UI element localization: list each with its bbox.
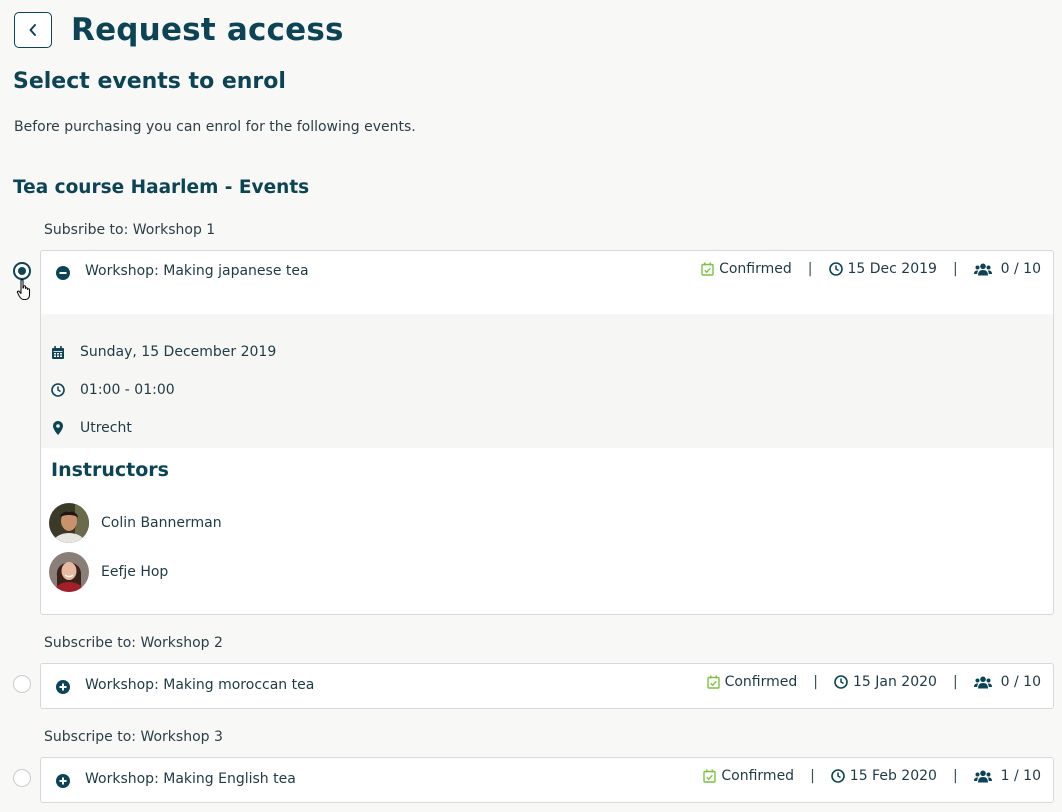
event-date: 15 Jan 2020 bbox=[853, 674, 937, 690]
event-meta: Confirmed | 15 Jan 2020 | 0 / 10 bbox=[706, 674, 1041, 690]
calendar-icon bbox=[52, 345, 64, 359]
course-title: Tea course Haarlem - Events bbox=[13, 177, 310, 198]
detail-date: Sunday, 15 December 2019 bbox=[51, 344, 276, 360]
instructor-name: Eefje Hop bbox=[101, 564, 169, 580]
detail-time: 01:00 - 01:00 bbox=[51, 382, 175, 398]
hand-cursor-icon bbox=[16, 279, 31, 301]
chevron-left-icon bbox=[29, 24, 36, 36]
detail-time-text: 01:00 - 01:00 bbox=[80, 382, 175, 398]
meta-separator: | bbox=[810, 768, 815, 784]
event-title: Workshop: Making japanese tea bbox=[85, 263, 309, 279]
back-button[interactable] bbox=[14, 12, 52, 48]
detail-date-text: Sunday, 15 December 2019 bbox=[80, 344, 277, 360]
event-card-header[interactable]: Workshop: Making moroccan tea Confirmed … bbox=[41, 664, 1053, 708]
meta-separator: | bbox=[952, 674, 958, 690]
status-badge: Confirmed bbox=[721, 768, 795, 784]
event-meta: Confirmed | 15 Dec 2019 | 0 / 10 bbox=[701, 261, 1041, 277]
status-badge: Confirmed bbox=[724, 674, 798, 690]
event-card-workshop-1: Workshop: Making japanese tea Confirmed … bbox=[40, 250, 1054, 615]
group-label-workshop-2: Subscribe to: Workshop 2 bbox=[44, 635, 223, 651]
calendar-check-icon bbox=[701, 262, 714, 276]
detail-location-text: Utrecht bbox=[80, 420, 132, 436]
event-details: Sunday, 15 December 2019 01:00 - 01:00 U… bbox=[41, 314, 1053, 448]
instructors-heading: Instructors bbox=[51, 459, 169, 481]
instructor-item: Colin Bannerman bbox=[49, 503, 222, 543]
meta-separator: | bbox=[952, 261, 958, 277]
meta-separator: | bbox=[813, 674, 818, 690]
event-capacity: 0 / 10 bbox=[1000, 674, 1041, 690]
section-title: Select events to enrol bbox=[13, 69, 286, 94]
calendar-check-icon bbox=[706, 675, 720, 689]
event-card-workshop-2[interactable]: Workshop: Making moroccan tea Confirmed … bbox=[40, 663, 1054, 709]
detail-location: Utrecht bbox=[51, 420, 132, 436]
event-title: Workshop: Making moroccan tea bbox=[85, 677, 315, 693]
event-capacity: 0 / 10 bbox=[1000, 261, 1041, 277]
clock-icon bbox=[830, 769, 845, 783]
meta-separator: | bbox=[807, 261, 813, 277]
group-label-workshop-1: Subsribe to: Workshop 1 bbox=[44, 222, 216, 238]
clock-icon bbox=[828, 262, 843, 276]
event-card-header[interactable]: Workshop: Making English tea Confirmed |… bbox=[41, 758, 1053, 802]
event-card-header[interactable]: Workshop: Making japanese tea Confirmed … bbox=[41, 251, 1053, 295]
intro-text: Before purchasing you can enrol for the … bbox=[14, 119, 416, 135]
event-date: 15 Feb 2020 bbox=[849, 768, 937, 784]
instructor-item: Eefje Hop bbox=[49, 552, 168, 592]
event-radio-workshop-3[interactable] bbox=[13, 769, 31, 787]
status-badge: Confirmed bbox=[719, 261, 792, 277]
avatar bbox=[49, 552, 89, 592]
event-radio-workshop-2[interactable] bbox=[13, 675, 31, 693]
minus-circle-icon[interactable] bbox=[56, 266, 70, 280]
meta-separator: | bbox=[952, 768, 958, 784]
clock-icon bbox=[51, 383, 65, 397]
calendar-check-icon bbox=[703, 769, 717, 783]
users-icon bbox=[973, 770, 992, 782]
event-card-workshop-3[interactable]: Workshop: Making English tea Confirmed |… bbox=[40, 757, 1054, 803]
plus-circle-icon[interactable] bbox=[56, 774, 70, 788]
avatar bbox=[49, 503, 89, 543]
users-icon bbox=[973, 263, 992, 275]
page-title: Request access bbox=[71, 12, 344, 48]
event-meta: Confirmed | 15 Feb 2020 | 1 / 10 bbox=[703, 768, 1041, 784]
event-title: Workshop: Making English tea bbox=[85, 771, 296, 787]
plus-circle-icon[interactable] bbox=[56, 680, 70, 694]
event-capacity: 1 / 10 bbox=[1000, 768, 1041, 784]
clock-icon bbox=[834, 675, 848, 689]
users-icon bbox=[973, 676, 992, 688]
group-label-workshop-3: Subscripe to: Workshop 3 bbox=[44, 729, 223, 745]
page-header: Request access bbox=[14, 12, 344, 48]
instructor-name: Colin Bannerman bbox=[101, 515, 222, 531]
event-date: 15 Dec 2019 bbox=[847, 261, 937, 277]
map-pin-icon bbox=[53, 421, 63, 435]
